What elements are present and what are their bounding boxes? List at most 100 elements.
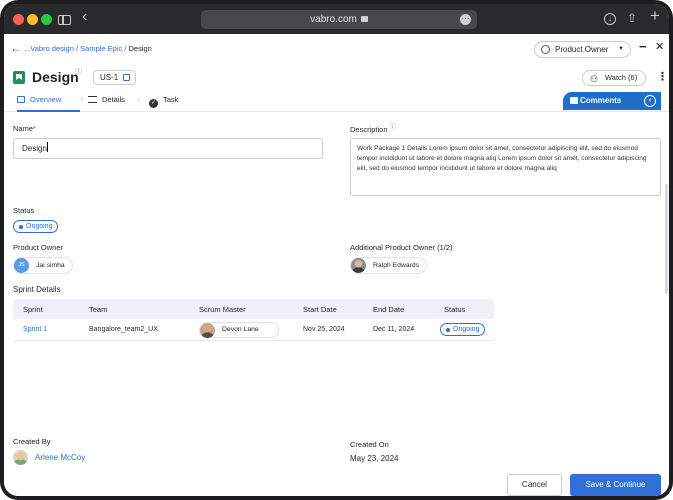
- product-owner-label: Product Owner: [13, 243, 64, 252]
- name-input[interactable]: Design: [13, 138, 323, 159]
- overview-icon: [17, 96, 25, 103]
- check-icon: ✓: [149, 99, 158, 108]
- table-row: Sprint 1 Bangalore_team2_UX Devon Lane N…: [13, 319, 494, 341]
- product-owner-chip[interactable]: JS Jai simha: [13, 257, 73, 274]
- url-text: vabro.com: [310, 14, 357, 25]
- status-value: Ongoing: [26, 223, 53, 230]
- column-header: Start Date: [303, 305, 337, 314]
- created-on-label: Created On: [350, 440, 389, 449]
- scrum-master-name: Devon Lane: [222, 326, 259, 333]
- comments-button[interactable]: Comments ‹: [563, 92, 661, 110]
- screen: ‹ vabro.com ··· ↓ ⇧ + ← ...Vabro design …: [4, 4, 669, 496]
- tab-details[interactable]: Details: [88, 95, 125, 112]
- details-icon: [88, 96, 97, 103]
- description-label-text: Description: [350, 125, 388, 134]
- name-label-text: Name: [13, 124, 34, 133]
- browser-chrome: ‹ vabro.com ··· ↓ ⇧ +: [4, 4, 669, 34]
- back-arrow-icon[interactable]: ←: [10, 41, 22, 55]
- breadcrumb-row: ← ...Vabro design / Sample Epic / Design…: [4, 34, 669, 64]
- avatar: [351, 258, 366, 273]
- scrum-master-chip[interactable]: Devon Lane: [199, 322, 279, 338]
- comment-icon: [570, 97, 578, 104]
- id-chip: US-1: [93, 70, 136, 85]
- minimize-icon[interactable]: −: [639, 39, 647, 54]
- avatar: JS: [14, 258, 29, 273]
- address-bar[interactable]: vabro.com ···: [201, 10, 477, 29]
- bookmark-icon: [13, 71, 25, 84]
- status-badge[interactable]: Ongoing: [13, 220, 59, 233]
- sprint-status-value: Ongoing: [453, 326, 480, 333]
- close-window-button[interactable]: [13, 14, 24, 25]
- maximize-window-button[interactable]: [41, 14, 52, 25]
- column-header: Sprint: [23, 305, 43, 314]
- watch-label: Watch (6): [605, 73, 638, 82]
- description-field[interactable]: Work Package 1 Details Lorem ipsum dolor…: [350, 138, 661, 196]
- tab-separator-icon: ›: [137, 94, 140, 104]
- lock-icon: [360, 16, 368, 22]
- watch-button[interactable]: ⚇ Watch (6): [582, 70, 646, 86]
- tab-label: Overview: [30, 95, 62, 104]
- column-header: Team: [89, 305, 108, 314]
- role-select[interactable]: Product Owner ▼: [534, 41, 631, 58]
- chevron-down-icon: ▼: [618, 46, 624, 52]
- product-owner-name: Jai simha: [36, 262, 65, 269]
- tab-label: Task: [163, 95, 179, 104]
- start-date-cell: Nov 25, 2024: [303, 326, 345, 333]
- tab-overview[interactable]: Overview: [17, 95, 80, 112]
- team-cell: Bangalore_team2_UX: [89, 326, 158, 333]
- breadcrumb[interactable]: ...Vabro design / Sample Epic / Design: [24, 44, 152, 53]
- additional-owner-label: Additional Product Owner (1/2): [350, 243, 453, 252]
- page-title: Design: [32, 69, 79, 85]
- required-marker: *: [33, 124, 36, 133]
- created-on-date: May 23, 2024: [350, 454, 399, 463]
- tab-label: Details: [102, 95, 125, 104]
- more-icon[interactable]: ···: [460, 14, 471, 25]
- comments-label: Comments: [580, 96, 622, 105]
- name-input-value: Design: [22, 144, 47, 153]
- sprint-link[interactable]: Sprint 1: [23, 326, 47, 333]
- additional-owner-chip[interactable]: Ralph Edwards: [350, 257, 428, 274]
- additional-owner-name: Ralph Edwards: [373, 262, 420, 269]
- table-header: Sprint Team Scrum Master Start Date End …: [13, 299, 494, 319]
- role-select-value: Product Owner: [555, 45, 609, 54]
- page: ← ...Vabro design / Sample Epic / Design…: [4, 34, 669, 496]
- tabs-row: Overview › Details › ✓ Task Comments ‹: [4, 92, 669, 112]
- title-row: Design ⓘ US-1 ⚇ Watch (6) ⋮: [4, 64, 669, 92]
- share-icon[interactable]: ⇧: [627, 10, 637, 26]
- sprint-status-badge: Ongoing: [440, 323, 486, 336]
- info-icon[interactable]: ⓘ: [75, 67, 82, 77]
- created-by-user[interactable]: Arlene McCoy: [13, 450, 85, 466]
- column-header: Status: [444, 305, 466, 314]
- save-continue-button[interactable]: Save & Continue: [570, 474, 661, 496]
- avatar: [200, 323, 215, 338]
- name-label: Name*: [13, 124, 36, 133]
- cancel-button[interactable]: Cancel: [507, 474, 562, 496]
- back-chevron-icon[interactable]: ‹: [82, 9, 87, 25]
- column-header: Scrum Master: [199, 305, 246, 314]
- close-icon[interactable]: ✕: [655, 40, 664, 53]
- id-text: US-1: [100, 73, 119, 82]
- footer: Cancel Save & Continue: [4, 470, 669, 496]
- avatar: [13, 450, 28, 465]
- sprint-details-title: Sprint Details: [13, 285, 61, 294]
- copy-icon[interactable]: [123, 74, 130, 81]
- minimize-window-button[interactable]: [27, 14, 38, 25]
- created-by-name: Arlene McCoy: [35, 453, 86, 462]
- plus-icon[interactable]: +: [650, 7, 660, 24]
- description-label: Description ⓘ: [350, 122, 396, 134]
- scrollbar[interactable]: [665, 184, 668, 294]
- chevron-left-icon: ‹: [644, 95, 656, 107]
- breadcrumb-current: Design: [128, 44, 152, 53]
- more-options-icon[interactable]: ⋮: [657, 70, 668, 84]
- created-by-label: Created By: [13, 437, 51, 446]
- status-label: Status: [13, 206, 35, 215]
- breadcrumb-path[interactable]: ...Vabro design / Sample Epic /: [24, 44, 129, 53]
- sidebar-icon[interactable]: [58, 15, 71, 25]
- download-icon[interactable]: ↓: [604, 13, 616, 25]
- status-dot-icon: [446, 328, 450, 332]
- text-caret: [46, 142, 48, 152]
- tab-task[interactable]: ✓ Task: [149, 95, 178, 112]
- column-header: End Date: [373, 305, 405, 314]
- end-date-cell: Dec 11, 2024: [373, 326, 415, 333]
- info-icon[interactable]: ⓘ: [390, 125, 396, 131]
